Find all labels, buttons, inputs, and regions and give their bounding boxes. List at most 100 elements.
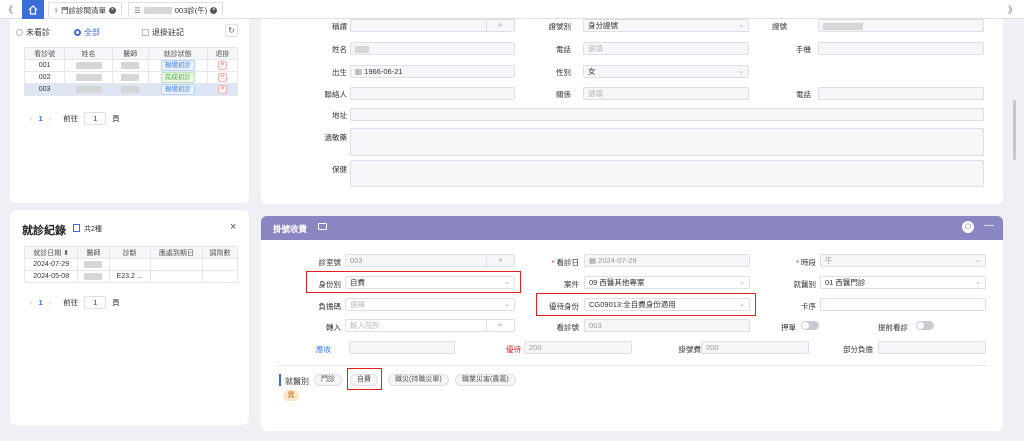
deposit-toggle[interactable]: [801, 321, 819, 330]
id-no-input[interactable]: [818, 19, 984, 32]
chevron-down-icon: ⌄: [738, 22, 744, 29]
search-icon[interactable]: ⌕: [486, 255, 514, 266]
allergy-textarea[interactable]: [350, 128, 984, 156]
tab-clinic-list[interactable]: ⚕ 門診診間清單 ×: [48, 2, 123, 17]
chevron-down-icon: ⌄: [504, 301, 510, 308]
date-value: 2024-07-29: [598, 256, 637, 265]
address-input[interactable]: [350, 108, 984, 121]
skip-toggle[interactable]: [916, 321, 934, 330]
home-tab[interactable]: [22, 0, 44, 19]
cancel-icon[interactable]: ×: [217, 73, 227, 82]
session-select[interactable]: 午 ⌄: [820, 254, 986, 267]
table-row[interactable]: 2024-05-08 E23.2 ...: [23, 270, 238, 283]
filter-withdrawn[interactable]: 退掛註記: [142, 27, 184, 38]
next-page-icon[interactable]: ›: [49, 114, 52, 123]
category-pill-occupational-agri[interactable]: 職業災害(農義): [455, 374, 516, 386]
case-select[interactable]: 09 西醫其他專案 ⌄: [584, 276, 750, 289]
collapse-icon[interactable]: —: [984, 220, 994, 231]
category-pill-occupational[interactable]: 職災(持職災單): [388, 374, 449, 386]
patient-name: [64, 83, 113, 96]
next-page-icon[interactable]: ›: [49, 298, 52, 307]
transfer-input[interactable]: 輸入院所 ⌕: [345, 319, 515, 332]
mobile-input[interactable]: [818, 42, 984, 55]
dept-select[interactable]: 01 西醫門診 ⌄: [820, 276, 986, 289]
reg-fee-input[interactable]: 200: [701, 341, 809, 354]
goto-page-input[interactable]: 1: [84, 296, 107, 309]
room-label: 診室號: [318, 258, 342, 267]
chevron-down-icon: ⌄: [975, 279, 981, 286]
doctor: [111, 71, 149, 84]
doctor: [77, 258, 110, 271]
col-header-date[interactable]: 就診日期 ⬍: [23, 246, 79, 259]
birth-value: 1966-06-21: [364, 67, 403, 76]
title-input[interactable]: ⌕: [350, 19, 515, 32]
contact-input[interactable]: [350, 87, 515, 100]
visit-no-value: 003: [589, 321, 602, 330]
filter-all[interactable]: 全部: [74, 27, 100, 38]
visit-no-input[interactable]: 003: [584, 319, 750, 332]
card-seq-label: 卡序: [801, 302, 816, 311]
status-badge: 現場初診: [160, 84, 195, 95]
phone-input[interactable]: 選填: [583, 42, 749, 55]
gender-select[interactable]: 女 ⌄: [583, 65, 749, 78]
date-input[interactable]: ▦ 2024-07-29: [584, 254, 750, 267]
remark-textarea[interactable]: [350, 160, 984, 187]
search-icon[interactable]: ⌕: [486, 20, 514, 31]
copay-code-label: 負擔碼: [318, 302, 342, 311]
current-page[interactable]: 1: [39, 114, 43, 123]
stethoscope-icon: ⚕: [54, 5, 59, 15]
radio-selected-icon: [74, 29, 81, 36]
room-input[interactable]: 003 ⌕: [345, 254, 515, 267]
remark-label: 保健: [332, 165, 347, 174]
id-type-select[interactable]: 身分證號 ⌄: [583, 19, 749, 32]
prev-page-icon[interactable]: ‹: [30, 114, 33, 123]
receivable-label: 應收: [316, 345, 331, 354]
tab-label: 003診(午): [174, 5, 208, 15]
birth-input[interactable]: ▦ 1966-06-21: [350, 65, 515, 78]
filter-not-seen[interactable]: 未看診: [16, 27, 50, 38]
contact-phone-input[interactable]: [818, 87, 984, 100]
chevron-down-icon: ⌄: [739, 279, 745, 286]
receivable-input[interactable]: [349, 341, 455, 354]
status-badge: 完成初診: [160, 72, 195, 83]
close-icon[interactable]: ×: [230, 221, 236, 233]
category-pill-outpatient[interactable]: 門診: [314, 374, 342, 386]
close-icon[interactable]: ×: [109, 6, 117, 14]
card-seq-input[interactable]: [820, 298, 986, 311]
folder-icon[interactable]: [318, 223, 327, 230]
table-row[interactable]: 001 現場初診 ×: [23, 59, 239, 72]
goto-page-input[interactable]: 1: [84, 112, 107, 125]
billing-title: 掛號收費: [273, 224, 308, 234]
placeholder: 輸入院所: [350, 321, 380, 330]
power-icon[interactable]: ⏻: [962, 221, 974, 233]
billing-panel: 掛號收費 ⏻ — 診室號 003 ⌕ * 看診日 ▦ 2024-07-29 * 時…: [261, 216, 1003, 431]
search-icon[interactable]: ⌕: [486, 320, 514, 331]
table-row[interactable]: 2024-07-29: [23, 258, 238, 271]
billing-header: 掛號收費 ⏻ —: [261, 216, 1003, 240]
table-row[interactable]: 003 現場初診 ×: [23, 83, 239, 96]
tabs-scroll-right-icon[interactable]: 》: [1008, 3, 1017, 16]
copay-code-select[interactable]: 選擇 ⌄: [345, 298, 515, 311]
visit-no: 002: [23, 71, 66, 84]
table-row[interactable]: 002 完成初診 ×: [23, 71, 239, 84]
current-page[interactable]: 1: [39, 298, 43, 307]
calendar-icon: ▦: [589, 256, 599, 265]
tabs-scroll-left-icon[interactable]: 《: [4, 3, 13, 16]
close-icon[interactable]: ×: [210, 6, 218, 14]
cancel-icon[interactable]: ×: [217, 61, 227, 70]
tab-room[interactable]: ☰ 003診(午) ×: [128, 2, 224, 17]
cancel-icon[interactable]: ×: [217, 85, 227, 94]
discount-amt-input[interactable]: 200: [524, 341, 632, 354]
prev-page-icon[interactable]: ‹: [30, 298, 33, 307]
patient-name: [64, 71, 113, 84]
gender-label: 性別: [556, 68, 571, 77]
partial-input[interactable]: [878, 341, 986, 354]
contact-phone-label: 電話: [796, 90, 811, 99]
scrollbar[interactable]: [1013, 100, 1016, 160]
name-input[interactable]: [350, 42, 515, 55]
label-text: 時段: [801, 258, 816, 267]
refresh-button[interactable]: ↻: [225, 24, 238, 37]
page-unit: 頁: [112, 298, 120, 307]
relation-input[interactable]: 選填: [583, 87, 749, 100]
patient-list-panel: 未看診 全部 退掛註記 ↻ 看診號 姓名 醫師 就診狀態 退掛 001 現場初診…: [10, 19, 249, 203]
